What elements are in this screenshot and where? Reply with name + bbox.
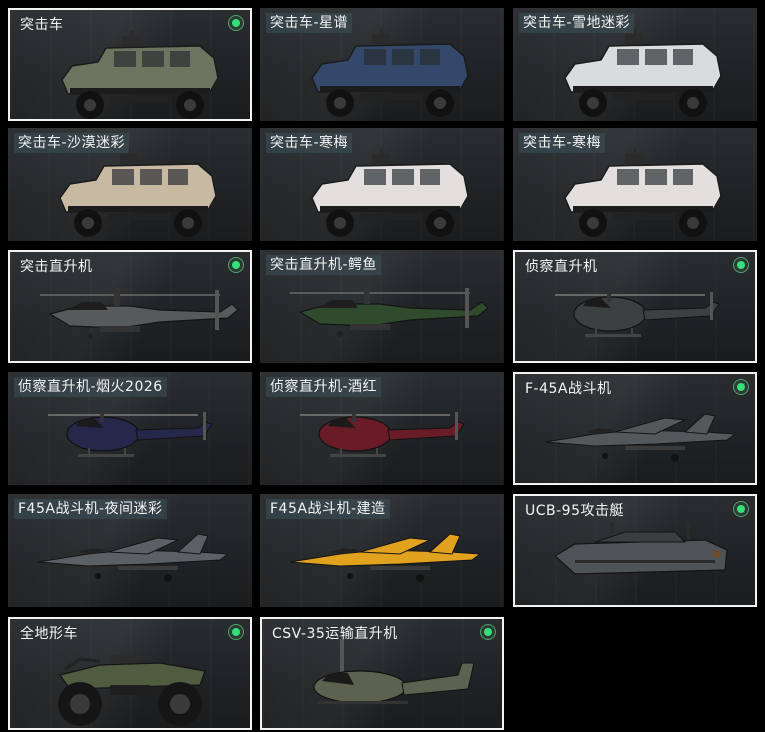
vehicle-card[interactable]: 全地形车 bbox=[8, 617, 252, 730]
vehicle-card-label: 突击车-星谱 bbox=[266, 13, 353, 33]
owned-status-dot-icon bbox=[733, 257, 749, 273]
vehicle-card[interactable]: UCB-95攻击艇 bbox=[513, 494, 757, 607]
owned-status-dot-icon bbox=[228, 15, 244, 31]
vehicle-skin-grid: 突击车 突击车-星谱 突击车-雪地迷彩突击车-沙漠迷彩 突击车-寒梅 突击车-寒梅突击直… bbox=[0, 0, 765, 732]
vehicle-card[interactable]: 突击车-星谱 bbox=[260, 8, 504, 121]
vehicle-card[interactable]: 侦察直升机-烟火2026 bbox=[8, 372, 252, 485]
vehicle-card-label: 突击车-雪地迷彩 bbox=[519, 13, 635, 33]
vehicle-card[interactable]: F-45A战斗机 bbox=[513, 372, 757, 485]
vehicle-card-label: 侦察直升机 bbox=[525, 259, 598, 275]
vehicle-card[interactable]: 突击车-寒梅 bbox=[513, 128, 757, 241]
vehicle-card[interactable]: 侦察直升机 bbox=[513, 250, 757, 363]
owned-status-dot-icon bbox=[733, 379, 749, 395]
vehicle-card-label: 突击直升机 bbox=[20, 259, 93, 275]
vehicle-card[interactable]: 突击直升机 bbox=[8, 250, 252, 363]
vehicle-card-label: 突击车-寒梅 bbox=[266, 133, 353, 153]
vehicle-card[interactable]: F45A战斗机-夜间迷彩 bbox=[8, 494, 252, 607]
vehicle-card-label: 突击车-寒梅 bbox=[519, 133, 606, 153]
vehicle-card-label: 突击车-沙漠迷彩 bbox=[14, 133, 130, 153]
vehicle-card[interactable]: 侦察直升机-酒红 bbox=[260, 372, 504, 485]
vehicle-card-label: 侦察直升机-烟火2026 bbox=[14, 377, 167, 397]
vehicle-card[interactable]: 突击车-雪地迷彩 bbox=[513, 8, 757, 121]
owned-status-dot-icon bbox=[480, 624, 496, 640]
vehicle-card-label: 全地形车 bbox=[20, 626, 78, 642]
vehicle-card-label: F-45A战斗机 bbox=[525, 381, 612, 397]
vehicle-card[interactable]: 突击车-寒梅 bbox=[260, 128, 504, 241]
vehicle-card[interactable]: 突击车-沙漠迷彩 bbox=[8, 128, 252, 241]
vehicle-card[interactable]: CSV-35运输直升机 bbox=[260, 617, 504, 730]
vehicle-card-label: F45A战斗机-建造 bbox=[266, 499, 390, 519]
vehicle-card[interactable]: 突击车 bbox=[8, 8, 252, 121]
owned-status-dot-icon bbox=[733, 501, 749, 517]
vehicle-card-label: 突击车 bbox=[20, 17, 64, 33]
vehicle-card-label: F45A战斗机-夜间迷彩 bbox=[14, 499, 167, 519]
vehicle-card[interactable]: F45A战斗机-建造 bbox=[260, 494, 504, 607]
owned-status-dot-icon bbox=[228, 257, 244, 273]
vehicle-card-label: CSV-35运输直升机 bbox=[272, 626, 398, 642]
vehicle-card-label: 突击直升机-鳄鱼 bbox=[266, 255, 382, 275]
owned-status-dot-icon bbox=[228, 624, 244, 640]
vehicle-card-label: UCB-95攻击艇 bbox=[525, 503, 624, 519]
vehicle-card-label: 侦察直升机-酒红 bbox=[266, 377, 382, 397]
vehicle-card[interactable]: 突击直升机-鳄鱼 bbox=[260, 250, 504, 363]
